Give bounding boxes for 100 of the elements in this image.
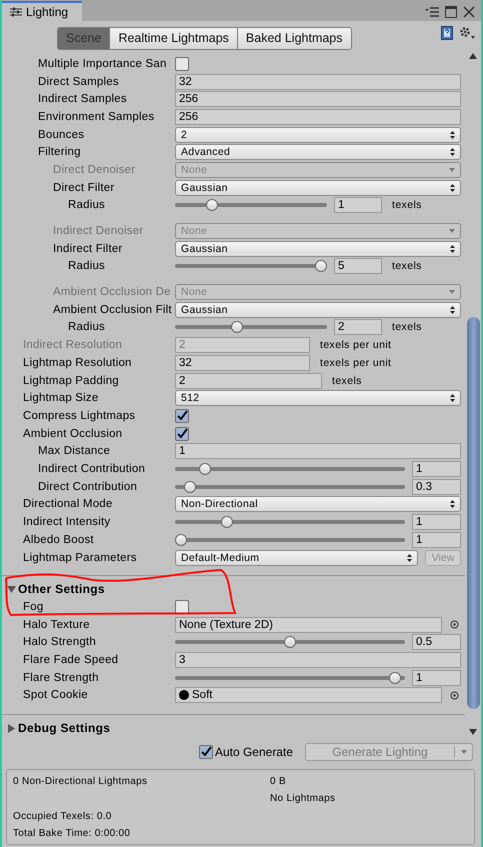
unit-label: texels: [331, 374, 363, 387]
up-down-arrows-icon: [450, 148, 455, 156]
dropdown[interactable]: 512: [175, 390, 461, 406]
checkbox[interactable]: [175, 426, 189, 441]
scroll-down-icon[interactable]: [469, 729, 477, 735]
sliders-icon: [10, 7, 22, 17]
slider-thumb[interactable]: [388, 672, 401, 684]
property-label: Compress Lightmaps: [23, 410, 136, 422]
slider-track[interactable]: [175, 321, 327, 334]
lightmap-size: 0 B: [270, 776, 287, 788]
slider-track[interactable]: [175, 480, 405, 493]
auto-generate-checkbox[interactable]: Auto Generate: [198, 745, 293, 759]
bake-time: Total Bake Time: 0:00:00: [13, 828, 132, 840]
number-field[interactable]: 2: [175, 372, 322, 389]
scrollbar-thumb[interactable]: [466, 317, 480, 709]
dropdown[interactable]: Advanced: [175, 144, 461, 160]
slider-track[interactable]: [175, 534, 405, 546]
object-field[interactable]: None (Texture 2D): [175, 616, 442, 633]
dropdown[interactable]: Non-Directional: [175, 496, 461, 512]
checkbox[interactable]: [175, 56, 189, 71]
slider-thumb[interactable]: [206, 199, 218, 212]
property-label: Spot Cookie: [23, 689, 89, 702]
object-picker-icon[interactable]: [450, 620, 458, 630]
help-book-icon[interactable]: [441, 26, 453, 40]
slider-track[interactable]: [175, 672, 405, 684]
property-label: Ambient Occlusion De: [53, 286, 172, 298]
number-field[interactable]: 1: [412, 461, 461, 478]
dropdown[interactable]: 2: [175, 126, 461, 143]
scroll-up-icon[interactable]: [469, 53, 477, 59]
number-field[interactable]: 32: [175, 354, 310, 371]
lightmap-count: 0 Non-Directional Lightmaps: [13, 776, 148, 788]
slider-thumb[interactable]: [231, 321, 243, 334]
window-tab[interactable]: Lighting: [2, 1, 82, 21]
occupied-texels: Occupied Texels: 0.0: [13, 810, 113, 823]
number-field[interactable]: 5: [334, 258, 382, 274]
object-picker-icon[interactable]: [450, 690, 458, 700]
checkbox[interactable]: [175, 408, 189, 423]
property-label: Indirect Intensity: [23, 516, 112, 528]
number-field[interactable]: 256: [175, 91, 461, 108]
number-field[interactable]: 1: [412, 514, 461, 530]
caret-right-icon: [7, 724, 16, 733]
property-label: Direct Denoiser: [53, 164, 136, 176]
mode-tab[interactable]: Baked Lightmaps: [236, 28, 351, 48]
number-field[interactable]: 0.5: [412, 634, 461, 650]
slider-track[interactable]: [175, 199, 327, 212]
up-down-arrows-icon: [450, 130, 455, 139]
up-down-arrows-icon: [450, 244, 455, 253]
checkbox[interactable]: [175, 600, 189, 614]
slider-track[interactable]: [175, 260, 327, 272]
number-field[interactable]: 0.3: [412, 478, 461, 495]
up-down-arrows-icon: [407, 554, 412, 562]
number-field[interactable]: 2: [334, 319, 382, 336]
property-label: Albedo Boost: [23, 534, 95, 546]
caret-icon: [449, 168, 455, 172]
dropdown[interactable]: Gaussian: [175, 240, 461, 257]
up-down-arrows-icon: [450, 184, 455, 192]
slider-thumb[interactable]: [198, 463, 211, 476]
property-label: Environment Samples: [38, 110, 156, 123]
property-label: Radius: [68, 260, 106, 272]
mode-tab[interactable]: Realtime Lightmaps: [109, 28, 237, 48]
property-label: Lightmap Resolution: [23, 356, 133, 369]
number-field[interactable]: 3: [175, 652, 461, 668]
slider-track[interactable]: [175, 516, 405, 528]
close-icon[interactable]: [463, 6, 475, 18]
number-field[interactable]: 1: [175, 443, 461, 460]
property-label: Indirect Denoiser: [53, 225, 144, 238]
slider-thumb[interactable]: [284, 636, 296, 648]
property-label: Ambient Occlusion Filt: [53, 304, 173, 316]
up-down-arrows-icon: [450, 306, 455, 314]
property-label: Direct Filter: [53, 182, 116, 194]
dropdown[interactable]: Default-Medium: [175, 550, 418, 566]
number-field[interactable]: 1: [412, 532, 461, 548]
number-field[interactable]: 256: [175, 108, 461, 125]
menu-icon[interactable]: [425, 7, 439, 17]
number-field[interactable]: 1: [334, 197, 382, 214]
property-label: Flare Fade Speed: [23, 654, 120, 666]
slider-track[interactable]: [175, 636, 405, 648]
maximize-icon[interactable]: [445, 6, 457, 18]
property-label: Halo Strength: [23, 636, 97, 648]
property-label: Lightmap Parameters: [23, 552, 138, 564]
gear-icon[interactable]: [459, 26, 475, 40]
slider-thumb[interactable]: [175, 534, 187, 546]
object-field[interactable]: Soft: [175, 687, 442, 704]
slider-thumb[interactable]: [220, 516, 233, 528]
dropdown[interactable]: Gaussian: [175, 180, 461, 196]
section-header[interactable]: Other Settings: [2, 580, 105, 598]
property-label: Radius: [68, 321, 106, 334]
caret-icon: [449, 290, 455, 294]
property-label: Filtering: [38, 146, 82, 158]
slider-thumb[interactable]: [315, 260, 327, 272]
property-label: Bounces: [38, 128, 86, 141]
section-header[interactable]: Debug Settings: [2, 719, 110, 738]
lightmap-note: No Lightmaps: [270, 793, 336, 806]
slider-thumb[interactable]: [184, 480, 196, 493]
property-label: Direct Contribution: [38, 480, 138, 493]
property-label: Indirect Resolution: [23, 339, 124, 352]
number-field[interactable]: 1: [412, 670, 461, 686]
number-field[interactable]: 32: [175, 74, 461, 90]
slider-track[interactable]: [175, 463, 405, 476]
dropdown[interactable]: Gaussian: [175, 302, 461, 318]
